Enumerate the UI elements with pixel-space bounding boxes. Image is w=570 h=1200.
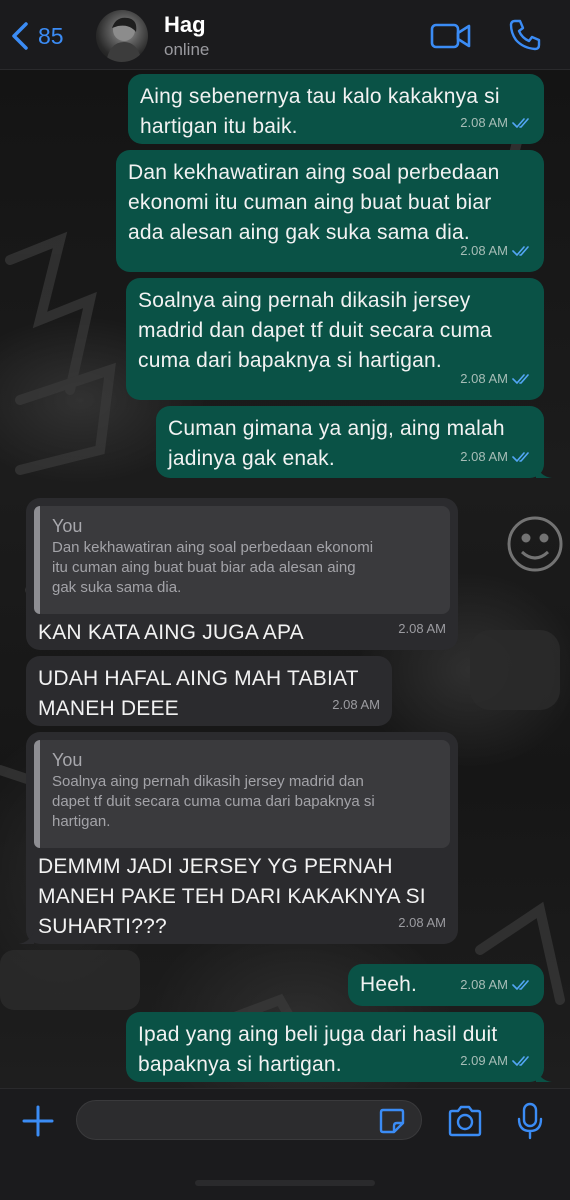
quote-bar <box>34 740 40 848</box>
bubble-tail <box>18 928 34 944</box>
message-input[interactable] <box>76 1100 422 1140</box>
message-meta: 2.08 AM <box>398 908 446 938</box>
home-indicator <box>195 1180 375 1186</box>
message-meta: 2.08 AM <box>460 108 532 138</box>
attach-button[interactable] <box>20 1103 56 1139</box>
quote-text: Dan kekhawatiran aing soal perbedaan eko… <box>52 539 374 596</box>
message-bubble-incoming[interactable]: You Soalnya aing pernah dikasih jersey m… <box>18 732 458 944</box>
message-time: 2.08 AM <box>460 243 508 258</box>
message-meta: 2.08 AM <box>460 970 532 1000</box>
message-meta: 2.08 AM <box>332 690 380 720</box>
quote-text: Soalnya aing pernah dikasih jersey madri… <box>52 773 375 830</box>
chevron-left-icon <box>12 22 28 50</box>
message-text: Dan kekhawatiran aing soal perbedaan eko… <box>128 161 500 244</box>
message-bubble-incoming[interactable]: You Dan kekhawatiran aing soal perbedaan… <box>26 498 458 650</box>
message-text: DEMMM JADI JERSEY YG PERNAH MANEH PAKE T… <box>38 855 426 938</box>
video-call-button[interactable] <box>430 20 472 52</box>
message-text: UDAH HAFAL AING MAH TABIAT MANEH DEEE <box>38 667 359 720</box>
message-meta: 2.08 AM <box>460 364 532 394</box>
message-meta: 2.08 AM <box>398 614 446 644</box>
message-time: 2.08 AM <box>332 697 380 712</box>
back-button[interactable]: 85 <box>8 18 64 54</box>
message-time: 2.09 AM <box>460 1053 508 1068</box>
camera-button[interactable] <box>446 1103 484 1139</box>
camera-icon <box>448 1105 482 1137</box>
message-time: 2.08 AM <box>460 371 508 386</box>
video-icon <box>430 23 471 49</box>
quote-author: You <box>52 516 83 536</box>
double-check-icon <box>512 980 529 990</box>
avatar[interactable] <box>96 10 148 62</box>
double-check-icon <box>512 246 529 256</box>
bubble-tail <box>536 1066 552 1082</box>
double-check-icon <box>512 374 529 384</box>
plus-icon <box>22 1105 54 1137</box>
message-meta: 2.09 AM <box>460 1046 532 1076</box>
unread-count: 85 <box>38 22 64 49</box>
message-text: Soalnya aing pernah dikasih jersey madri… <box>138 289 492 372</box>
message-bubble-outgoing[interactable]: Cuman gimana ya anjg, aing malah jadinya… <box>156 406 552 478</box>
message-time: 2.08 AM <box>398 621 446 636</box>
message-bubble-outgoing[interactable]: Soalnya aing pernah dikasih jersey madri… <box>126 278 544 400</box>
quote-author: You <box>52 750 83 770</box>
voice-message-button[interactable] <box>514 1101 546 1141</box>
message-bubble-outgoing[interactable]: Aing sebenernya tau kalo kakaknya si har… <box>128 74 544 144</box>
quoted-message[interactable]: You Dan kekhawatiran aing soal perbedaan… <box>34 506 450 614</box>
quote-bar <box>34 506 40 614</box>
message-time: 2.08 AM <box>460 977 508 992</box>
message-time: 2.08 AM <box>460 449 508 464</box>
message-time: 2.08 AM <box>460 115 508 130</box>
message-time: 2.08 AM <box>398 915 446 930</box>
message-meta: 2.08 AM <box>460 442 532 472</box>
double-check-icon <box>512 452 529 462</box>
message-meta: 2.08 AM <box>460 236 532 266</box>
message-bubble-outgoing[interactable]: Heeh. 2.08 AM <box>348 964 544 1006</box>
message-text: KAN KATA AING JUGA APA <box>38 621 304 644</box>
message-bubble-outgoing[interactable]: Ipad yang aing beli juga dari hasil duit… <box>126 1012 552 1082</box>
message-bubble-outgoing[interactable]: Dan kekhawatiran aing soal perbedaan eko… <box>116 150 544 272</box>
sticker-icon <box>379 1108 405 1134</box>
voice-call-button[interactable] <box>508 18 542 52</box>
microphone-icon <box>517 1102 543 1140</box>
chat-header: 85 Hag online <box>0 0 570 70</box>
double-check-icon <box>512 118 529 128</box>
phone-icon <box>509 19 541 51</box>
quoted-message[interactable]: You Soalnya aing pernah dikasih jersey m… <box>34 740 450 848</box>
contact-status: online <box>164 40 210 59</box>
sticker-button[interactable] <box>378 1107 406 1135</box>
contact-name[interactable]: Hag <box>164 12 206 38</box>
bubble-tail <box>536 462 552 478</box>
message-bubble-incoming[interactable]: UDAH HAFAL AING MAH TABIAT MANEH DEEE 2.… <box>26 656 392 726</box>
double-check-icon <box>512 1056 529 1066</box>
